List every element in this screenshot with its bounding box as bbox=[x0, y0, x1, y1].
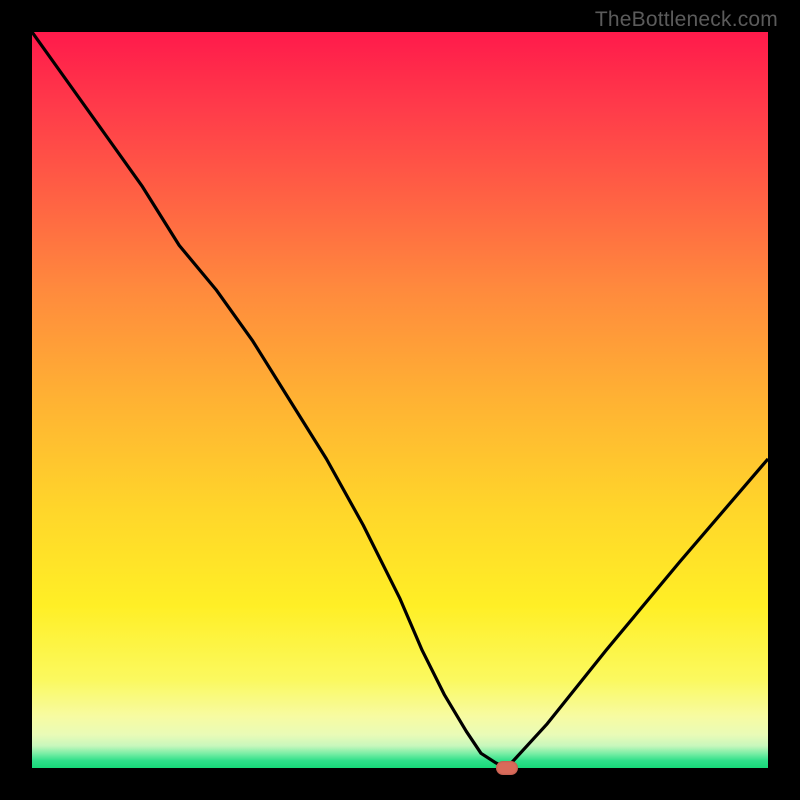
site-attribution: TheBottleneck.com bbox=[595, 8, 778, 32]
chart-container: TheBottleneck.com bbox=[0, 0, 800, 800]
optimal-point-marker bbox=[496, 761, 518, 775]
gradient-plot-area bbox=[32, 32, 768, 768]
